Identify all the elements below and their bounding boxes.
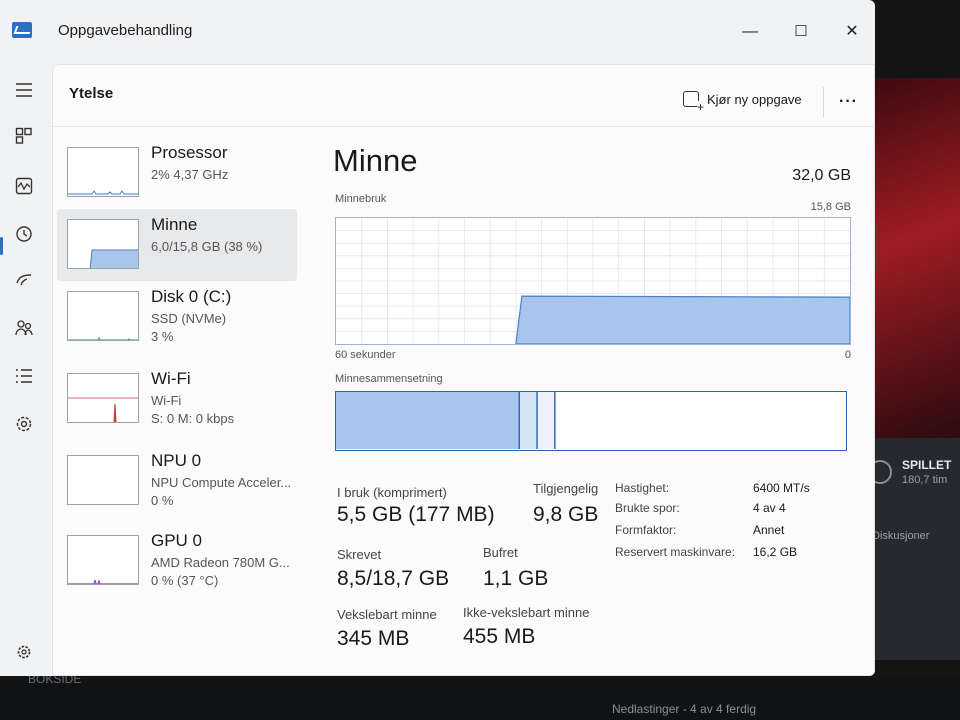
device-sub2: 3 % [151, 329, 174, 344]
device-sub2: S: 0 M: 0 kbps [151, 411, 235, 426]
device-sub: Wi-Fi [151, 393, 182, 408]
background-bottom-bar [0, 678, 960, 720]
device-name: Prosessor [151, 143, 228, 162]
hw-reserved-value: 16,2 GB [753, 545, 798, 559]
nonpaged-pool-value: 455 MB [463, 625, 536, 648]
slots-value: 4 av 4 [753, 501, 786, 515]
device-name: Wi-Fi [151, 369, 191, 388]
paged-pool-label: Vekslebart minne [337, 607, 437, 622]
cached-value: 1,1 GB [483, 567, 549, 590]
hamburger-menu-icon[interactable] [12, 78, 36, 102]
nav-rail [0, 60, 50, 676]
nonpaged-pool-label: Ikke-vekslebart minne [463, 605, 590, 620]
hw-reserved-label: Reservert maskinvare: [615, 545, 736, 559]
header-separator [823, 87, 824, 117]
startup-apps-icon[interactable] [12, 268, 36, 292]
background-game-title: SPILLET [902, 458, 952, 472]
background-game-time: 180,7 tim [902, 474, 948, 486]
device-item-cpu[interactable]: Prosessor 2% 4,37 GHz [57, 137, 297, 209]
device-sub: NPU Compute Acceler... [151, 475, 292, 490]
available-label: Tilgjengelig [533, 481, 599, 496]
available-value: 9,8 GB [533, 503, 599, 526]
title-bar: Oppgavebehandling — ☐ ✕ [0, 0, 875, 60]
device-name: Minne [151, 215, 198, 234]
details-icon[interactable] [12, 364, 36, 388]
in-use-label: I bruk (komprimert) [337, 485, 447, 500]
device-item-disk[interactable]: Disk 0 (C:) SSD (NVMe) 3 % [57, 281, 297, 353]
services-icon[interactable] [12, 412, 36, 436]
memory-usage-svg [336, 218, 851, 345]
device-item-memory[interactable]: Minne 6,0/15,8 GB (38 %) [57, 209, 297, 281]
users-icon[interactable] [12, 316, 36, 340]
performance-icon[interactable] [12, 174, 36, 198]
composition-standby-segment [537, 392, 555, 449]
device-item-gpu[interactable]: GPU 0 AMD Radeon 780M G... 0 % (37 °C) [57, 525, 297, 597]
memory-composition-bar [335, 391, 847, 451]
device-sub2: 0 % [151, 493, 174, 508]
section-title: Ytelse [69, 85, 114, 102]
memory-usage-area [515, 295, 851, 345]
memory-title: Minne [333, 143, 418, 178]
graph-time-right: 0 [844, 349, 851, 361]
npu-thumbnail-graph [67, 455, 139, 505]
app-history-icon[interactable] [12, 222, 36, 246]
nav-active-indicator [0, 237, 3, 255]
memory-usage-max: 15,8 GB [810, 201, 851, 213]
background-launcher-panel: SPILLET 180,7 tim Diskusjoner [860, 438, 960, 660]
composition-in-use-segment [336, 392, 520, 449]
task-manager-icon [12, 22, 32, 38]
settings-gear-icon[interactable] [12, 640, 36, 664]
composition-modified-segment [519, 392, 538, 449]
cached-label: Bufret [483, 545, 518, 560]
background-discussions: Diskusjoner [872, 530, 930, 542]
memory-composition-label: Minnesammensetning [335, 373, 443, 385]
task-manager-window: Oppgavebehandling — ☐ ✕ Ytelse + Kjør ny… [0, 0, 875, 676]
background-downloads-text: Nedlastinger - 4 av 4 ferdig [612, 702, 757, 716]
run-new-task-button[interactable]: Kjør ny oppgave [683, 91, 802, 113]
speed-value: 6400 MT/s [753, 481, 810, 495]
device-sub2: 0 % (37 °C) [151, 573, 219, 588]
committed-label: Skrevet [337, 547, 382, 562]
memory-panel: Minne 32,0 GB Minnebruk 15,8 GB 60 sekun… [329, 135, 859, 665]
new-task-icon [683, 91, 705, 113]
device-name: GPU 0 [151, 531, 203, 550]
cpu-thumbnail-graph [67, 147, 139, 197]
memory-total: 32,0 GB [792, 167, 851, 184]
background-game-art [860, 78, 960, 438]
more-options-button[interactable]: ··· [839, 93, 858, 111]
device-sub: SSD (NVMe) [151, 311, 227, 326]
wifi-thumbnail-graph [67, 373, 139, 423]
memory-usage-graph [335, 217, 851, 345]
window-title: Oppgavebehandling [58, 22, 193, 39]
device-sub: 2% 4,37 GHz [151, 167, 229, 182]
processes-icon[interactable] [12, 124, 36, 148]
maximize-button[interactable]: ☐ [789, 20, 813, 44]
close-button[interactable]: ✕ [840, 20, 864, 44]
gpu-thumbnail-graph [67, 535, 139, 585]
memory-usage-label: Minnebruk [335, 193, 387, 205]
device-sub: AMD Radeon 780M G... [151, 555, 290, 570]
in-use-value: 5,5 GB (177 MB) [337, 503, 495, 526]
device-sub: 6,0/15,8 GB (38 %) [151, 239, 263, 254]
committed-value: 8,5/18,7 GB [337, 567, 450, 590]
device-name: NPU 0 [151, 451, 202, 470]
disk-thumbnail-graph [67, 291, 139, 341]
paged-pool-value: 345 MB [337, 627, 410, 650]
minimize-button[interactable]: — [738, 20, 762, 44]
device-item-npu[interactable]: NPU 0 NPU Compute Acceler... 0 % [57, 445, 297, 517]
memory-composition-svg [336, 392, 556, 449]
memory-thumbnail-graph [67, 219, 139, 269]
form-factor-label: Formfaktor: [615, 523, 677, 537]
device-name: Disk 0 (C:) [151, 287, 232, 306]
speed-label: Hastighet: [615, 481, 670, 495]
performance-card: Ytelse Kjør ny oppgave ··· Prosessor 2% … [52, 64, 875, 676]
run-new-task-label: Kjør ny oppgave [707, 91, 802, 107]
form-factor-value: Annet [753, 523, 785, 537]
slots-label: Brukte spor: [615, 501, 680, 515]
device-item-wifi[interactable]: Wi-Fi Wi-Fi S: 0 M: 0 kbps [57, 363, 297, 435]
card-header: Ytelse Kjør ny oppgave ··· [53, 65, 874, 127]
graph-time-left: 60 sekunder [335, 349, 396, 361]
